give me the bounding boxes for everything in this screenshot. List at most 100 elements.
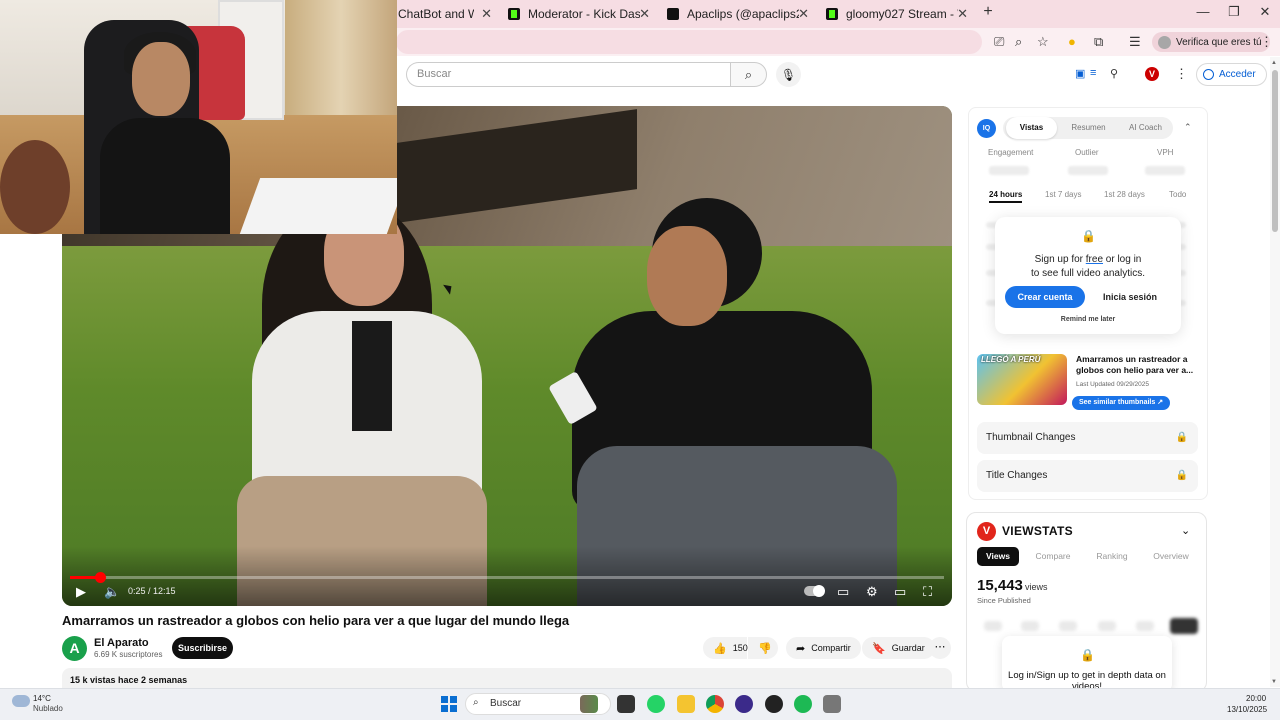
extension-thumb-icon[interactable]: ⚲	[1110, 67, 1118, 80]
channel-name[interactable]: El Aparato	[94, 637, 149, 649]
sign-in-button[interactable]: Acceder	[1196, 63, 1267, 86]
microphone-icon: 🎙	[780, 67, 797, 82]
bookmark-star-icon[interactable]: ☆	[1037, 34, 1049, 50]
viewstats-tab-ranking[interactable]: Ranking	[1089, 547, 1135, 566]
video-scrubber-handle[interactable]	[95, 572, 106, 583]
voice-search-button[interactable]: 🎙	[776, 62, 801, 87]
chrome-icon[interactable]	[706, 695, 724, 713]
viewstats-tab-views[interactable]: Views	[977, 547, 1019, 566]
more-actions-button[interactable]: ⋯	[929, 637, 951, 659]
weather-temperature[interactable]: 14°C	[33, 694, 51, 703]
thumbnail-changes-row[interactable]: Thumbnail Changes 🔒	[977, 422, 1198, 454]
dislike-button[interactable]: 👎	[748, 637, 778, 659]
profile-chip[interactable]: Verifica que eres tú	[1152, 32, 1270, 52]
chevron-down-icon[interactable]: ⌄	[1181, 524, 1190, 537]
save-button[interactable]: 🔖 Guardar	[862, 637, 935, 659]
viewstats-view-count: 15,443	[977, 577, 1023, 594]
extensions-puzzle-icon[interactable]: ⧉	[1094, 34, 1103, 50]
metric-engagement-label: Engagement	[988, 148, 1034, 157]
clock-date[interactable]: 13/10/2025	[1227, 705, 1267, 714]
close-window-button[interactable]: ✕	[1255, 4, 1275, 20]
share-button[interactable]: ➦ Compartir	[786, 637, 861, 659]
thumbs-up-icon: 👍	[713, 642, 727, 655]
task-view-icon[interactable]	[617, 695, 635, 713]
subtitles-icon[interactable]: ▭	[837, 584, 849, 600]
view-count-and-date: 15 k vistas hace 2 semanas	[70, 675, 188, 685]
app-icon[interactable]	[765, 695, 783, 713]
tab-gloomy-stream[interactable]: gloomy027 Stream - Watch Live ✕	[826, 0, 974, 28]
theater-mode-icon[interactable]: ▭	[894, 584, 906, 600]
login-button[interactable]: Inicia sesión	[1092, 286, 1168, 308]
metric-outlier-value-blurred	[1068, 166, 1108, 175]
account-icon	[1203, 69, 1214, 80]
tab-resumen[interactable]: Resumen	[1063, 117, 1114, 139]
viewstats-tab-compare[interactable]: Compare	[1030, 547, 1076, 566]
range-28-days[interactable]: 1st 28 days	[1104, 190, 1145, 199]
viewstats-view-unit: views	[1025, 582, 1048, 592]
close-tab-icon[interactable]: ✕	[481, 6, 492, 22]
minimize-button[interactable]: —	[1193, 4, 1213, 19]
play-icon[interactable]: ▶	[76, 584, 86, 600]
search-input[interactable]: Buscar	[406, 62, 730, 87]
remind-later-link[interactable]: Remind me later	[1000, 316, 1176, 323]
metric-outlier-label: Outlier	[1075, 148, 1099, 157]
volume-icon[interactable]: 🔈	[104, 584, 120, 600]
fullscreen-icon[interactable]: ⛶	[923, 584, 932, 600]
video-progress-bar[interactable]	[70, 572, 944, 583]
scroll-up-arrow-icon[interactable]: ▲	[1271, 60, 1277, 66]
signup-message: Sign up for free or log in to see full v…	[1000, 253, 1176, 281]
tab-chatbot[interactable]: ChatBot and Widgets ✕	[398, 0, 498, 28]
address-field[interactable]	[396, 30, 982, 54]
search-button[interactable]: ⌕	[730, 62, 767, 87]
maximize-button[interactable]: ❐	[1224, 4, 1244, 20]
close-tab-icon[interactable]: ✕	[798, 6, 809, 22]
tab-title: Apaclips (@apaclips22) | TikTok	[687, 7, 799, 21]
windows-start-icon[interactable]	[441, 696, 457, 712]
see-similar-thumbnails-button[interactable]: See similar thumbnails ↗	[1072, 396, 1171, 410]
settings-gear-icon[interactable]	[823, 695, 841, 713]
create-account-button[interactable]: Crear cuenta	[1005, 286, 1085, 308]
tab-kick-moderator[interactable]: Moderator - Kick Dashboard ✕	[508, 0, 656, 28]
close-tab-icon[interactable]: ✕	[639, 6, 650, 22]
range-7-days[interactable]: 1st 7 days	[1045, 190, 1081, 199]
extension-list-icon[interactable]: ≡	[1090, 67, 1096, 79]
scrollbar-thumb[interactable]	[1272, 70, 1278, 232]
close-tab-icon[interactable]: ✕	[957, 6, 968, 22]
like-button[interactable]: 👍 150	[703, 637, 748, 659]
channel-avatar[interactable]: A	[62, 636, 87, 661]
range-24-hours[interactable]: 24 hours	[989, 190, 1023, 203]
extension-iq-icon[interactable]: ▣	[1075, 67, 1085, 80]
subscribe-button[interactable]: Suscribirse	[172, 637, 233, 659]
weather-condition[interactable]: Nublado	[33, 704, 63, 713]
title-changes-row[interactable]: Title Changes 🔒	[977, 460, 1198, 492]
new-tab-button[interactable]: +	[978, 3, 998, 21]
cast-icon[interactable]: ⎚	[994, 34, 1004, 50]
tab-tiktok[interactable]: Apaclips (@apaclips22) | TikTok ✕	[667, 0, 815, 28]
range-all[interactable]: Todo	[1169, 190, 1186, 199]
clock-time[interactable]: 20:00	[1246, 694, 1266, 703]
file-explorer-icon[interactable]	[677, 695, 695, 713]
profile-label: Verifica que eres tú	[1176, 36, 1262, 48]
whatsapp-icon[interactable]	[647, 695, 665, 713]
zoom-icon[interactable]: ⌕	[1015, 34, 1022, 50]
settings-gear-icon[interactable]: ⚙	[866, 584, 878, 600]
lock-icon: 🔒	[1175, 432, 1188, 443]
cloud-icon[interactable]	[12, 695, 30, 707]
webcam-desk-surface	[239, 178, 397, 234]
tab-vistas[interactable]: Vistas	[1006, 117, 1057, 139]
tab-ai-coach[interactable]: AI Coach	[1120, 117, 1171, 139]
settings-menu-icon[interactable]: ⋮	[1175, 66, 1188, 82]
obs-icon[interactable]	[735, 695, 753, 713]
scroll-down-arrow-icon[interactable]: ▼	[1271, 679, 1277, 685]
collapse-chevron-icon[interactable]: ⌃	[1184, 122, 1192, 133]
range-blurred	[1098, 621, 1116, 631]
viewstats-tab-overview[interactable]: Overview	[1148, 547, 1194, 566]
extension-coin-icon[interactable]: ●	[1068, 34, 1076, 49]
browser-menu-icon[interactable]: ⋮	[1260, 34, 1273, 50]
thumbnail-video-title: Amarramos un rastreador a globos con hel…	[1076, 354, 1194, 375]
autoplay-toggle[interactable]	[804, 585, 825, 597]
reading-list-icon[interactable]: ☰	[1129, 34, 1141, 50]
spotify-icon[interactable]	[794, 695, 812, 713]
viewstats-avatar-icon[interactable]: V	[1145, 67, 1159, 81]
video-thumbnail[interactable]: LLEGÓ A PERÚ	[977, 354, 1067, 405]
